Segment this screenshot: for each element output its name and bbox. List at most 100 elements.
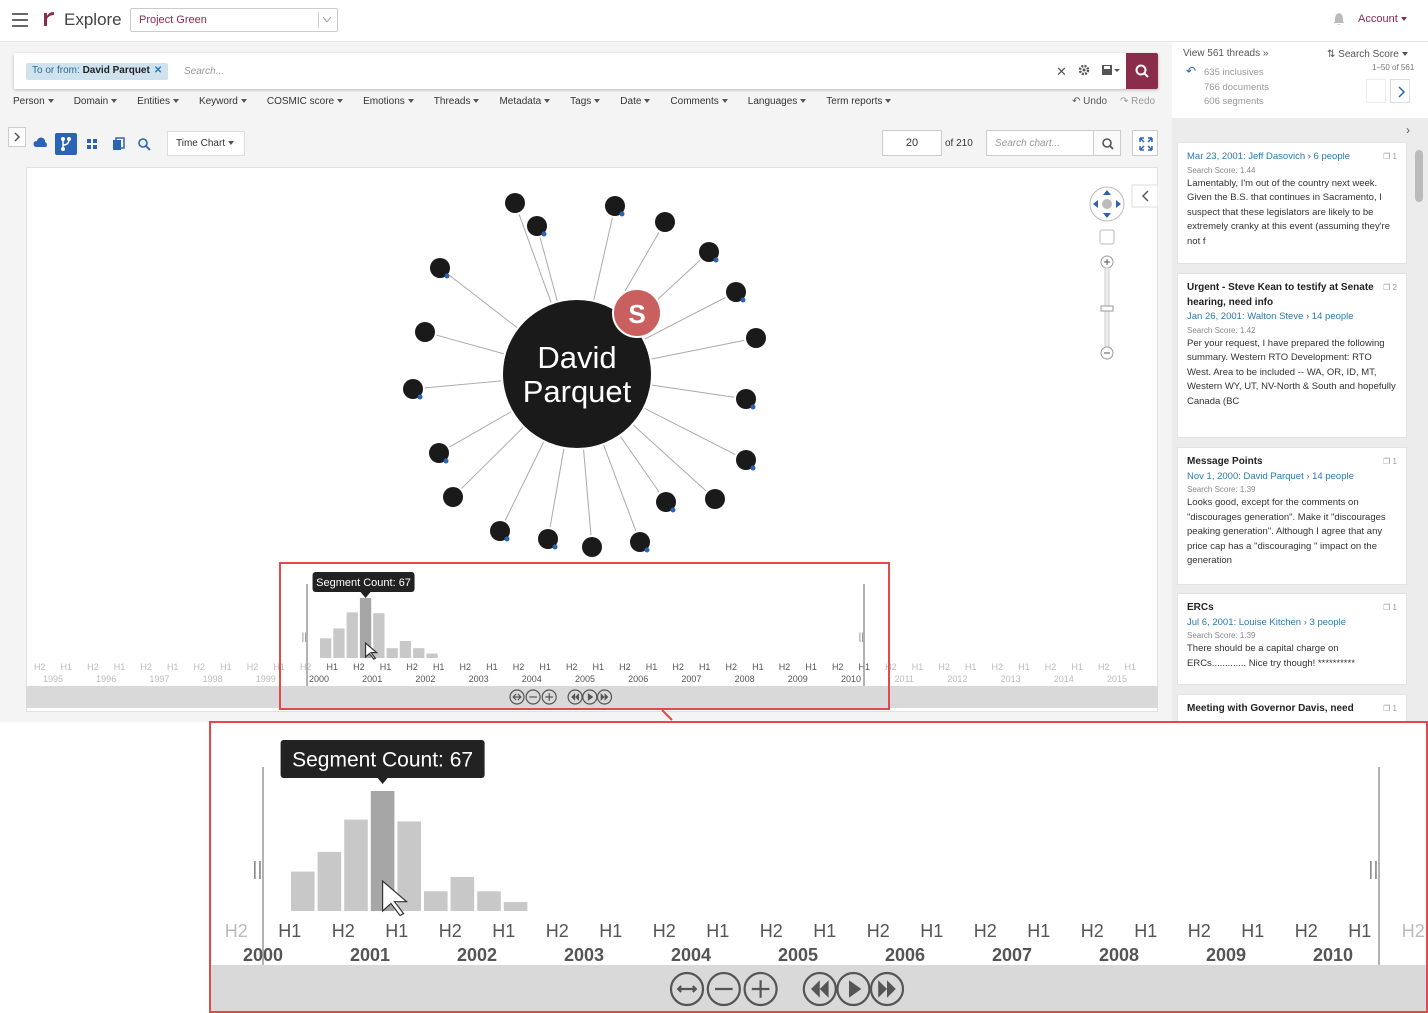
search-bar[interactable]: To or from: David Parquet ✕ Search... ✕ <box>14 53 1158 89</box>
network-view-button[interactable] <box>55 133 77 155</box>
hamburger-menu-icon[interactable] <box>12 13 28 27</box>
prev-page-button[interactable] <box>1366 79 1386 103</box>
contact-node-indicator <box>541 231 547 237</box>
project-select[interactable]: Project Green <box>130 8 338 32</box>
grid-view-button[interactable] <box>81 133 103 155</box>
collapse-panel-button[interactable] <box>1131 184 1158 208</box>
half-label: H2 <box>938 662 950 672</box>
filter-comments[interactable]: Comments <box>670 96 737 107</box>
contact-node[interactable] <box>746 328 766 348</box>
view-threads-link[interactable]: View 561 threads » <box>1183 48 1268 59</box>
chart-bar[interactable] <box>477 891 501 911</box>
filter-emotions[interactable]: Emotions <box>363 96 424 107</box>
contact-node[interactable] <box>505 193 525 213</box>
timeline-zoomed-chart[interactable]: H2 H12000H2 H12001H2 H12002H2 H12003H2 H12004… <box>211 723 1426 1011</box>
filter-languages[interactable]: Languages <box>748 96 817 107</box>
year-label: 1999 <box>256 674 276 684</box>
contact-node-indicator <box>713 257 719 263</box>
chart-bar[interactable] <box>291 871 315 911</box>
filter-date[interactable]: Date <box>620 96 660 107</box>
chart-bar[interactable] <box>450 876 475 911</box>
filter-keyword[interactable]: Keyword <box>199 96 257 107</box>
clear-search-icon[interactable]: ✕ <box>1056 64 1067 80</box>
year-label: 1996 <box>96 674 116 684</box>
graph-edge <box>436 334 504 355</box>
year-label: 1997 <box>149 674 169 684</box>
range-handle[interactable]: || <box>252 858 262 880</box>
filter-term-reports[interactable]: Term reports <box>826 96 901 107</box>
account-menu[interactable]: Account <box>1358 13 1407 25</box>
contact-node-indicator <box>552 544 558 550</box>
half-label: H2 <box>1098 662 1110 672</box>
card-meta[interactable]: Jul 6, 2001: Louise Kitchen › 3 people <box>1187 616 1397 631</box>
filter-threads[interactable]: Threads <box>434 96 490 107</box>
chart-bar[interactable] <box>317 851 342 911</box>
chip-remove-icon[interactable]: ✕ <box>154 65 162 76</box>
filter-cosmic-score[interactable]: COSMIC score <box>267 96 353 107</box>
expand-left-panel-button[interactable] <box>8 127 26 147</box>
result-card[interactable]: ❐ 1 Meeting with Governor Davis, need <box>1177 694 1407 722</box>
graph-edge <box>461 427 524 489</box>
filter-person[interactable]: Person <box>13 96 64 107</box>
highlight-box-small <box>279 562 890 710</box>
timeline-zoomed[interactable]: H2 H1 2000 H2 H1 2001 H2 H1 2002 H2 H1 2003 H2 H1 2004… <box>209 721 1428 1013</box>
copies-icon: ❐ 1 <box>1383 603 1397 612</box>
filter-chip[interactable]: To or from: David Parquet ✕ <box>26 63 169 80</box>
half-label: H2 <box>653 921 676 941</box>
chip-prefix: To or from: <box>32 65 80 76</box>
app-logo[interactable] <box>42 10 54 26</box>
card-meta[interactable]: Jan 26, 2001: Walton Steve › 14 people <box>1187 310 1397 325</box>
result-card[interactable]: ❐ 1 Mar 23, 2001: Jeff Dasovich › 6 peop… <box>1177 142 1407 264</box>
card-meta[interactable]: Nov 1, 2000: David Parquet › 14 people <box>1187 470 1397 485</box>
sidebar-scrollbar[interactable] <box>1415 150 1423 202</box>
search-input[interactable]: Search... <box>184 66 224 77</box>
undo-button[interactable]: ↶ Undo <box>1072 96 1107 107</box>
chart-bar[interactable] <box>344 819 368 911</box>
filter-metadata[interactable]: Metadata <box>499 96 560 107</box>
year-label: 2006 <box>885 945 925 965</box>
save-icon[interactable] <box>1102 64 1120 76</box>
sort-dropdown[interactable]: ⇅ Search Score <box>1327 49 1408 60</box>
contact-node[interactable] <box>415 322 435 342</box>
result-card[interactable]: ❐ 1 Message Points Nov 1, 2000: David Pa… <box>1177 447 1407 585</box>
range-handle[interactable]: || <box>1368 858 1378 880</box>
zoom-slider[interactable] <box>1100 255 1114 360</box>
filter-entities[interactable]: Entities <box>137 96 189 107</box>
contact-node[interactable] <box>443 487 463 507</box>
pan-control[interactable] <box>1089 186 1125 222</box>
result-card[interactable]: ❐ 2 Urgent - Steve Kean to testify at Se… <box>1177 273 1407 438</box>
fullscreen-button[interactable] <box>1132 130 1158 156</box>
redo-button[interactable]: ↷ Redo <box>1120 96 1155 107</box>
year-label: 2005 <box>778 945 818 965</box>
chart-bar[interactable] <box>424 891 448 911</box>
zoom-view-button[interactable] <box>133 133 155 155</box>
contact-node[interactable] <box>655 212 675 232</box>
filter-tags[interactable]: Tags <box>570 96 610 107</box>
gear-icon[interactable] <box>1078 64 1090 76</box>
page-number-input[interactable]: 20 <box>882 130 942 156</box>
cloud-view-button[interactable] <box>30 133 52 155</box>
half-label: H1 <box>912 662 924 672</box>
hand-tool-icon[interactable] <box>1099 229 1115 245</box>
filter-domain[interactable]: Domain <box>74 96 127 107</box>
chart-type-dropdown[interactable]: Time Chart <box>167 131 245 156</box>
sidebar-collapse-icon[interactable]: › <box>1406 123 1410 137</box>
chart-search-input[interactable]: Search chart... <box>986 130 1094 156</box>
result-range: 1–50 of 561 <box>1372 63 1415 72</box>
next-page-button[interactable] <box>1390 79 1410 103</box>
result-card[interactable]: ❐ 1 ERCs Jul 6, 2001: Louise Kitchen › 3… <box>1177 593 1407 685</box>
documents-view-button[interactable] <box>107 133 129 155</box>
chart-bar[interactable] <box>503 902 528 911</box>
page-total: of 210 <box>945 138 973 149</box>
contact-node-indicator <box>670 507 676 513</box>
bell-icon[interactable] <box>1334 13 1344 25</box>
year-label: 2014 <box>1054 674 1074 684</box>
card-title: Urgent - Steve Kean to testify at Senate… <box>1187 282 1374 308</box>
contact-node[interactable] <box>582 537 602 557</box>
card-meta[interactable]: Mar 23, 2001: Jeff Dasovich › 6 people <box>1187 150 1397 165</box>
search-button[interactable] <box>1126 53 1158 89</box>
redo-label: Redo <box>1131 96 1156 107</box>
result-stats: 635 inclusives 766 documents 606 segment… <box>1204 66 1269 110</box>
contact-node[interactable] <box>705 489 725 509</box>
chart-search-button[interactable] <box>1093 130 1121 156</box>
